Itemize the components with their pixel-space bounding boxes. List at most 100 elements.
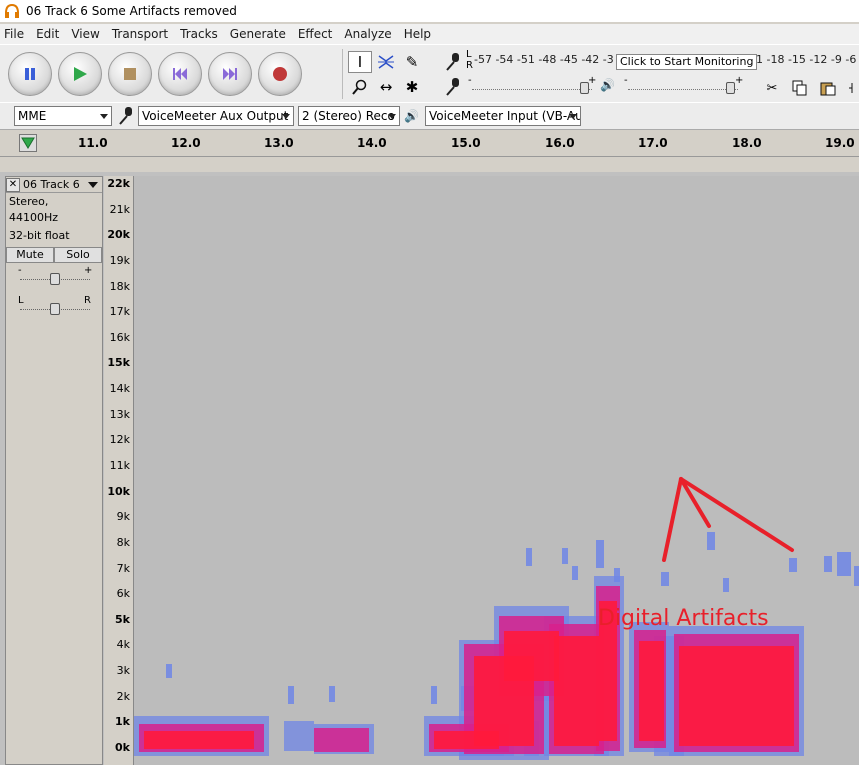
paste-icon[interactable] [816,77,840,99]
pause-button[interactable] [8,52,52,96]
ruler-label: 19.0 [825,136,855,150]
track-area: ✕ 06 Track 6 Stereo, 44100Hz 32-bit floa… [0,172,859,765]
menu-file[interactable]: File [4,27,24,41]
menu-tracks[interactable]: Tracks [180,27,218,41]
record-icon [273,67,287,81]
selection-tool-icon[interactable]: I [348,50,372,73]
spectrogram-energy [639,641,664,741]
ruler-label: 12.0 [171,136,201,150]
spectrogram-energy [166,664,172,678]
frequency-label: 21k [109,202,130,216]
frequency-label: 6k [116,587,130,601]
spectrogram-energy [288,686,294,704]
timeline-ruler[interactable]: 11.0 12.0 13.0 14.0 15.0 16.0 17.0 18.0 … [0,131,859,157]
spectrogram-view[interactable] [134,176,859,765]
frequency-label: 3k [116,664,130,678]
chevron-down-icon[interactable] [88,181,98,188]
input-volume-slider[interactable] [472,88,592,90]
spectrogram-energy [504,631,559,681]
multi-tool-icon[interactable]: ✱ [400,76,424,98]
stop-icon [124,68,136,80]
frequency-label: 20k [107,228,130,242]
pan-right-label: R [84,295,91,306]
frequency-label: 11k [109,459,130,472]
menu-effect[interactable]: Effect [298,27,333,41]
frequency-label: 2k [116,689,130,703]
menu-view[interactable]: View [71,27,99,41]
frequency-label: 5k [115,612,130,626]
spectrogram-energy [572,566,578,580]
spectrogram-energy [554,636,599,746]
output-volume-slider[interactable] [628,88,738,90]
gain-plus-label: + [84,265,93,276]
frequency-label: 8k [116,535,130,549]
monitor-hint[interactable]: Click to Start Monitoring [616,54,758,70]
spectrogram-energy [526,548,532,566]
skip-to-start-button[interactable] [158,52,202,96]
recording-meter-scale: -57 -54 -51 -48 -45 -42 -3 [474,53,614,66]
time-shift-tool-icon[interactable]: ↔ [374,76,398,98]
trim-icon[interactable] [844,77,859,99]
input-slider-plus: + [588,75,597,86]
mute-button[interactable]: Mute [6,247,54,263]
frequency-label: 0k [115,741,130,754]
output-volume-thumb[interactable] [726,82,735,94]
frequency-label: 7k [116,561,130,575]
output-device-select[interactable]: VoiceMeeter Aux Output [138,106,294,126]
menu-transport[interactable]: Transport [112,27,168,41]
ruler-label: 14.0 [357,136,387,150]
input-device-select[interactable]: VoiceMeeter Input (VB-Au [424,106,581,126]
pan-thumb[interactable] [50,303,60,315]
stop-button[interactable] [108,52,152,96]
gain-slider[interactable]: - + [6,263,102,293]
gain-thumb[interactable] [50,273,60,285]
solo-button[interactable]: Solo [54,247,102,263]
frequency-label: 18k [109,279,130,293]
spectrogram-energy [431,686,437,704]
menu-analyze[interactable]: Analyze [344,27,391,41]
device-toolbar: MME VoiceMeeter Aux Output 2 (Stereo) Re… [0,102,859,130]
frequency-label: 12k [109,433,130,447]
track-sample-format: 32-bit float [9,229,70,242]
frequency-label: 9k [116,510,130,524]
envelope-tool-icon[interactable] [374,51,398,73]
recording-meter[interactable]: LR -57 -54 -51 -48 -45 -42 -3 1 -18 -15 … [436,49,859,74]
frequency-label: 15k [107,356,130,370]
recording-device-speaker-icon: 🔊 [404,109,419,123]
frequency-label: 13k [109,407,130,421]
copy-icon[interactable] [788,77,812,99]
frequency-axis: 22k 21k 20k 19k 18k 17k 16k 15k 14k 13k 12k 11k 10k 9… [104,176,134,765]
menu-help[interactable]: Help [404,27,431,41]
close-track-icon[interactable]: ✕ [6,177,20,192]
spectrogram-energy [824,556,832,572]
spectrogram-canvas [134,532,859,760]
spectrogram-energy [789,558,797,572]
microphone-icon [446,53,459,71]
spectrogram-energy [596,540,604,568]
skip-to-end-button[interactable] [208,52,252,96]
ruler-label: 16.0 [545,136,575,150]
play-indicator-icon [19,134,37,152]
menu-generate[interactable]: Generate [230,27,286,41]
draw-tool-icon[interactable]: ✎ [400,51,424,73]
ruler-label: 11.0 [78,136,108,150]
output-slider-minus: - [624,75,628,86]
audio-host-select[interactable]: MME [14,106,112,126]
menu-bar: File Edit View Transport Tracks Generate… [0,24,859,44]
track-format: Stereo, 44100Hz [9,195,59,224]
cut-icon[interactable]: ✂ [760,77,784,99]
ruler-label: 18.0 [732,136,762,150]
spectrogram-energy [144,731,254,749]
recording-meter-scale-right: 1 -18 -15 -12 -9 -6 -3 [756,53,859,66]
menu-edit[interactable]: Edit [36,27,59,41]
pan-slider[interactable]: L R [6,293,102,323]
record-button[interactable] [258,52,302,96]
track-name-menu[interactable]: 06 Track 6 [23,178,88,191]
output-slider-plus: + [735,75,744,86]
play-button[interactable] [58,52,102,96]
ruler-label: 13.0 [264,136,294,150]
channels-select[interactable]: 2 (Stereo) Reco [298,106,400,126]
zoom-tool-icon[interactable] [348,76,372,98]
toolbar-area: I ✎ ↔ ✱ LR -57 -54 -51 -48 -45 -42 -3 1 … [0,44,859,102]
frequency-label: 16k [109,330,130,344]
